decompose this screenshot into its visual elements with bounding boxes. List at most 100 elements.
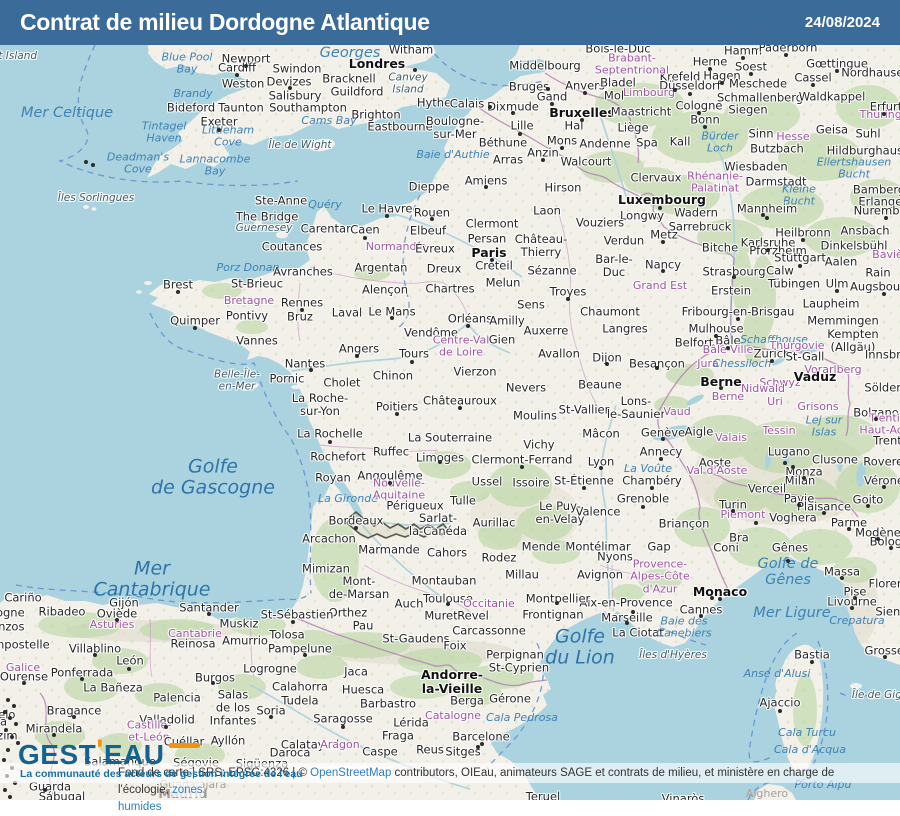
city-dot [520,465,524,469]
city-dot [659,457,663,461]
city-dot [413,68,417,72]
openstreetmap-link[interactable]: OpenStreetMap [310,766,391,780]
city-dot [52,733,56,737]
zones-humides-link-2[interactable]: humides [118,800,161,814]
map-label: Geisa [816,124,848,137]
map-label: Florence [868,578,900,591]
map-label: Nyons [597,551,633,564]
map-label: Wadern [674,207,718,220]
map-label: Exeter [200,116,237,129]
gesteau-logo[interactable]: GEST'EAU [18,740,200,770]
map-label: Kempten (Allgäu) [827,328,878,354]
map-label: Le Puy- en-Velay [536,500,585,526]
map-label: Bladel [600,77,636,90]
city-dot [719,386,723,390]
map-label: Nidwald [741,383,785,395]
city-dot [847,527,851,531]
map-label: Normandie [366,241,427,253]
map-label: Verceil [748,483,786,496]
map-label: Tintagel Haven [142,121,187,146]
city-dot [269,715,273,719]
map-label: Paris [471,246,506,260]
map-label: Guildford [331,86,384,99]
city-dot [661,269,665,273]
map-label: Cholet [323,377,360,390]
city-dot [480,742,484,746]
map-labels-layer: Flat IslandGeorgesBlue Pool BayNewportCa… [0,45,900,800]
map-label: Mannheim [737,203,797,216]
map-label: Avignon [577,569,623,582]
map-label: Brabant- Septentrional [595,53,669,78]
map-label: Valais [715,432,747,444]
map-label: Orléans [448,313,492,326]
map-label: Revel [457,610,489,623]
map-label: Orthez [329,607,368,620]
city-dot [802,476,806,480]
city-dot [766,248,770,252]
map-label: St-Brieuc [231,278,283,291]
map-label: Mol [604,90,624,103]
city-dot [546,87,550,91]
map-label: Gap [647,541,670,554]
map-viewport[interactable]: Flat IslandGeorgesBlue Pool BayNewportCa… [0,45,900,800]
city-dot [853,596,857,600]
city-dot [661,437,665,441]
city-dot [354,526,358,530]
map-label: La Voûte [624,463,672,475]
map-label: Schaffhouse [740,334,808,346]
city-dot [661,240,665,244]
map-label: Blue Pool Bay [162,52,213,77]
zones-humides-link[interactable]: zones [172,783,203,797]
city-dot [882,292,886,296]
map-label: Cala d'Acqua [774,744,846,756]
city-dot [765,216,769,220]
map-label: Daroca [270,747,311,760]
city-dot [714,334,718,338]
map-label: Moulins [513,410,557,423]
map-label: Limbourg [623,87,675,99]
map-label: Vichy [523,439,554,452]
city-dot [784,53,788,57]
city-dot [811,83,815,87]
map-label: Ruffec [373,446,409,459]
map-label: Angers [339,343,379,356]
map-label: Lej sur Islas [806,415,843,440]
map-label: Schmallenberg [717,92,803,105]
map-label: Mer Cantabrique [94,559,211,602]
map-label: Val d'Aoste [687,465,748,477]
map-label: Belle-Île- en-Mer [214,369,260,393]
map-label: Tudela [281,695,318,708]
map-label: Occitanie [463,598,515,610]
map-label: Clusone [812,454,858,467]
city-dot [731,509,735,513]
map-label: Gijón [109,597,139,610]
page-title: Contrat de milieu Dordogne Atlantique [20,9,430,36]
city-dot [822,511,826,515]
map-label: St-Gall [786,351,825,364]
city-dot [84,160,88,164]
map-label: Milan [785,475,816,488]
map-label: Butzbach [750,143,804,156]
map-label: Îles Sorlingues [58,193,134,205]
map-label: Walcourt [561,156,612,169]
map-label: Vierzon [454,366,497,379]
city-dot [884,216,888,220]
map-label: Southampton [269,102,347,115]
city-dot [127,667,131,671]
map-label: Ste-Anne [255,195,307,208]
city-dot [80,677,84,681]
city-dot [193,326,197,330]
map-label: Bürder Loch [701,131,738,156]
map-label: Bretagne [224,295,274,307]
map-label: Vouziers [576,217,624,230]
map-label: Berga [450,695,484,708]
map-label: Paderborn [759,45,818,54]
map-label: Issoire [512,477,549,490]
city-dot [883,655,887,659]
map-label: Gênes [772,542,808,555]
map-label: Liège [617,122,648,135]
map-label: Rochefort [310,451,366,464]
map-label: Rhénanie- Palatinat [687,171,743,196]
map-label: Logrogne [243,663,297,676]
map-label: Taunton [218,102,264,115]
